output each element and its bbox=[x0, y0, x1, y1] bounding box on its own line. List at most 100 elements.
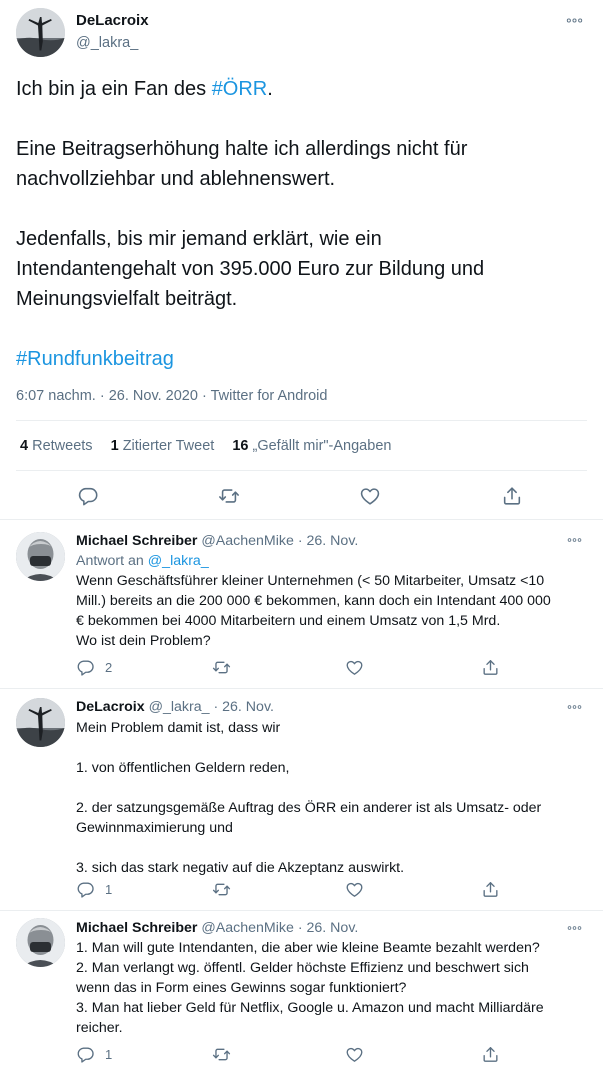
tweet-time[interactable]: 6:07 nachm. bbox=[16, 388, 96, 404]
tweet-line: reicher. bbox=[76, 1020, 123, 1036]
retweets-count: 4 bbox=[20, 438, 29, 454]
reply-icon bbox=[76, 1045, 95, 1064]
like-icon[interactable] bbox=[345, 658, 364, 677]
like-icon[interactable] bbox=[359, 485, 381, 507]
likes-label: „Gefällt mir"-Angaben bbox=[252, 438, 392, 454]
tweet-line: 1. von öffentlichen Geldern reden, bbox=[76, 760, 290, 776]
tweet-line: € bekommen bei 4000 Mitarbeitern und ein… bbox=[76, 613, 501, 629]
reply-icon bbox=[76, 880, 95, 899]
share-icon[interactable] bbox=[481, 1045, 500, 1064]
hashtag-link[interactable]: #ÖRR bbox=[212, 78, 268, 100]
separator: · bbox=[297, 920, 303, 936]
reply-date[interactable]: 26. Nov. bbox=[307, 533, 359, 549]
tweet-line: 3. Man hat lieber Geld für Netflix, Goog… bbox=[76, 1000, 544, 1016]
quotes-label: Zitierter Tweet bbox=[122, 438, 215, 454]
tweet-line: Wenn Geschäftsführer kleiner Unternehmen… bbox=[76, 573, 545, 589]
reply-text: Wenn Geschäftsführer kleiner Unternehmen… bbox=[76, 571, 596, 651]
reply-header: Michael Schreiber @AachenMike · 26. Nov. bbox=[76, 918, 358, 938]
tweet-line: nachvollziehbar und ablehnenswert. bbox=[16, 168, 336, 190]
divider bbox=[0, 688, 603, 689]
retweet-icon[interactable] bbox=[218, 485, 240, 507]
tweet-line: Gewinnmaximierung und bbox=[76, 820, 233, 836]
text-segment: . bbox=[267, 78, 273, 100]
replying-to-handle[interactable]: @_lakra_ bbox=[148, 553, 209, 569]
tweet-source[interactable]: Twitter for Android bbox=[211, 388, 328, 404]
separator: · bbox=[201, 388, 207, 404]
reply-icon[interactable] bbox=[77, 485, 99, 507]
avatar[interactable] bbox=[16, 918, 65, 967]
likes-count: 16 bbox=[232, 438, 249, 454]
retweet-icon[interactable] bbox=[212, 658, 231, 677]
thread-line bbox=[40, 585, 42, 679]
author-name[interactable]: Michael Schreiber bbox=[76, 920, 197, 936]
more-icon[interactable] bbox=[567, 537, 582, 543]
share-icon[interactable] bbox=[481, 880, 500, 899]
avatar[interactable] bbox=[16, 8, 65, 57]
reply-button[interactable]: 1 bbox=[76, 880, 112, 899]
reply-icon bbox=[76, 658, 95, 677]
tweet-line: Meinungsvielfalt beiträgt. bbox=[16, 288, 238, 310]
retweet-icon[interactable] bbox=[212, 1045, 231, 1064]
share-icon[interactable] bbox=[481, 658, 500, 677]
reply-count: 1 bbox=[105, 882, 113, 897]
reply-button[interactable]: 2 bbox=[76, 658, 112, 677]
divider bbox=[0, 910, 603, 911]
reply-count: 1 bbox=[105, 1047, 113, 1062]
avatar-image bbox=[16, 532, 65, 581]
avatar[interactable] bbox=[16, 532, 65, 581]
like-icon[interactable] bbox=[345, 880, 364, 899]
more-icon[interactable] bbox=[567, 704, 582, 710]
author-handle[interactable]: @AachenMike bbox=[201, 533, 293, 549]
tweet-line: 3. sich das stark negativ auf die Akzept… bbox=[76, 860, 405, 876]
tweet-date[interactable]: 26. Nov. 2020 bbox=[109, 388, 198, 404]
author-handle[interactable]: @_lakra_ bbox=[149, 699, 210, 715]
avatar-image bbox=[16, 698, 65, 747]
tweet-line: 2. der satzungsgemäße Auftrag des ÖRR ei… bbox=[76, 800, 542, 816]
share-icon[interactable] bbox=[501, 485, 523, 507]
retweets-stat[interactable]: 4 Retweets bbox=[20, 438, 97, 454]
reply-date[interactable]: 26. Nov. bbox=[307, 920, 359, 936]
author-name[interactable]: DeLacroix bbox=[76, 699, 145, 715]
reply-text: Mein Problem damit ist, dass wir 1. von … bbox=[76, 718, 596, 878]
avatar-image bbox=[16, 8, 65, 57]
like-icon[interactable] bbox=[345, 1045, 364, 1064]
tweet-text: Ich bin ja ein Fan des #ÖRR. Eine Beitra… bbox=[16, 74, 591, 374]
reply-count: 2 bbox=[105, 660, 113, 675]
tweet-line: Mill.) bereits an die 200 000 € bekommen… bbox=[76, 593, 551, 609]
author-handle[interactable]: @_lakra_ bbox=[76, 33, 138, 53]
more-icon[interactable] bbox=[567, 925, 582, 931]
separator: · bbox=[297, 533, 303, 549]
separator: · bbox=[99, 388, 105, 404]
separator: · bbox=[213, 699, 219, 715]
tweet-line: Intendantengehalt von 395.000 Euro zur B… bbox=[16, 258, 485, 280]
reply-header: Michael Schreiber @AachenMike · 26. Nov. bbox=[76, 531, 358, 551]
divider bbox=[16, 420, 587, 421]
tweet-line: Mein Problem damit ist, dass wir bbox=[76, 720, 281, 736]
tweet-line: wenn das in Form eines Gewinns sogar fun… bbox=[76, 980, 407, 996]
tweet-line: Eine Beitragserhöhung halte ich allerdin… bbox=[16, 138, 468, 160]
replying-to: Antwort an @_lakra_ bbox=[76, 551, 209, 571]
tweet-line: Ich bin ja ein Fan des #ÖRR. bbox=[16, 74, 591, 104]
retweets-label: Retweets bbox=[32, 438, 93, 454]
divider bbox=[16, 470, 587, 471]
tweet-line: Wo ist dein Problem? bbox=[76, 633, 211, 649]
retweet-icon[interactable] bbox=[212, 880, 231, 899]
tweet-meta: 6:07 nachm. · 26. Nov. 2020 · Twitter fo… bbox=[16, 386, 327, 406]
tweet-line: 1. Man will gute Intendanten, die aber w… bbox=[76, 940, 540, 956]
quotes-count: 1 bbox=[110, 438, 119, 454]
avatar[interactable] bbox=[16, 698, 65, 747]
avatar-image bbox=[16, 918, 65, 967]
replying-to-label: Antwort an bbox=[76, 553, 144, 569]
author-name[interactable]: Michael Schreiber bbox=[76, 533, 197, 549]
text-segment: Ich bin ja ein Fan des bbox=[16, 78, 212, 100]
tweet-line: Jedenfalls, bis mir jemand erklärt, wie … bbox=[16, 228, 382, 250]
tweet-line: 2. Man verlangt wg. öffentl. Gelder höch… bbox=[76, 960, 529, 976]
more-icon[interactable] bbox=[566, 17, 583, 24]
author-name[interactable]: DeLacroix bbox=[76, 11, 149, 31]
author-handle[interactable]: @AachenMike bbox=[201, 920, 293, 936]
reply-button[interactable]: 1 bbox=[76, 1045, 112, 1064]
hashtag-link[interactable]: #Rundfunkbeitrag bbox=[16, 344, 591, 374]
quotes-stat[interactable]: 1 Zitierter Tweet bbox=[111, 438, 219, 454]
likes-stat[interactable]: 16 „Gefällt mir"-Angaben bbox=[232, 438, 391, 454]
reply-date[interactable]: 26. Nov. bbox=[222, 699, 274, 715]
